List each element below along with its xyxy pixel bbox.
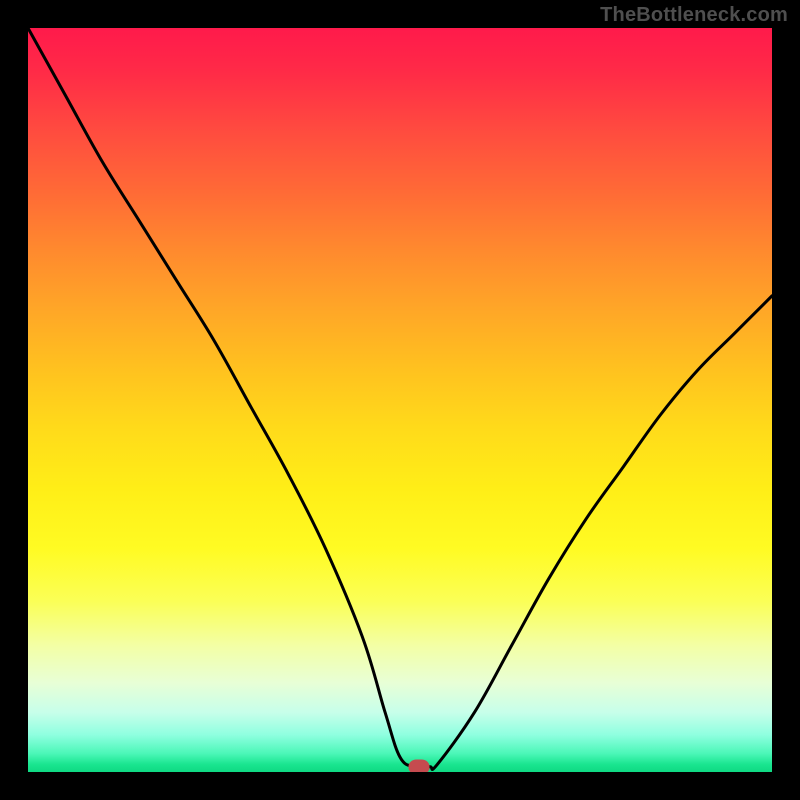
bottleneck-curve: [28, 28, 772, 772]
watermark-text: TheBottleneck.com: [600, 4, 788, 27]
optimum-marker: [408, 759, 429, 772]
chart-frame: TheBottleneck.com: [0, 0, 800, 800]
plot-area: [28, 28, 772, 772]
